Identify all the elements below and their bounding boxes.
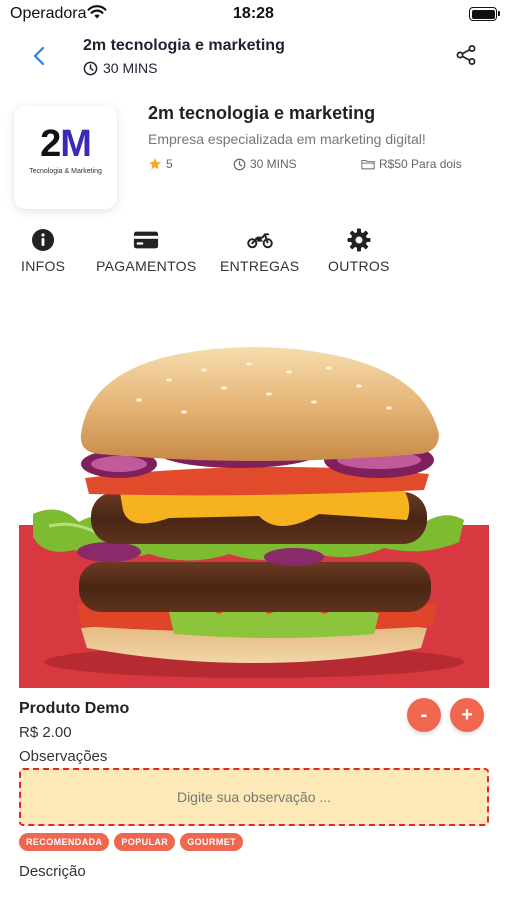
clock-icon: [83, 61, 98, 75]
wallet-icon: [361, 159, 375, 170]
decrement-button[interactable]: -: [407, 698, 441, 732]
product-name: Produto Demo: [19, 700, 130, 717]
tab-label: INFOS: [21, 258, 66, 274]
info-icon: [32, 229, 55, 251]
delivery-time: 30 MINS: [233, 157, 297, 171]
tag-badge: POPULAR: [114, 833, 176, 851]
star-icon: [149, 158, 161, 170]
logo-tagline: Tecnologia & Marketing: [29, 168, 102, 175]
logo-text: 2M: [40, 123, 92, 165]
nav-title: 2m tecnologia e marketing: [83, 37, 285, 54]
tab-infos[interactable]: INFOS: [21, 228, 65, 274]
tag-badge: GOURMET: [180, 833, 244, 851]
store-logo: 2M Tecnologia & Marketing: [14, 106, 117, 209]
share-icon[interactable]: [455, 44, 477, 66]
motorcycle-icon: [246, 233, 273, 249]
nav-header: 2m tecnologia e marketing 30 MINS: [0, 30, 507, 86]
tab-label: PAGAMENTOS: [96, 258, 197, 274]
observations-label: Observações: [19, 748, 108, 765]
clock: 18:28: [233, 5, 274, 22]
gear-icon: [347, 228, 371, 252]
rating: 5: [148, 157, 173, 171]
store-tabs: INFOS PAGAMENTOS ENTREGAS OUTROS: [0, 228, 507, 278]
increment-button[interactable]: +: [450, 698, 484, 732]
product-price: R$ 2.00: [19, 724, 72, 741]
price-value: R$50 Para dois: [379, 157, 462, 171]
store-meta: 5 30 MINS R$50 Para dois: [148, 157, 483, 175]
tab-entregas[interactable]: ENTREGAS: [220, 228, 299, 274]
rating-value: 5: [166, 157, 173, 171]
tag-badge: RECOMENDADA: [19, 833, 110, 851]
store-description: Empresa especializada em marketing digit…: [148, 131, 426, 147]
nav-delivery-time: 30 MINS: [83, 60, 157, 76]
observation-input[interactable]: Digite sua observação ...: [19, 768, 489, 826]
tab-outros[interactable]: OUTROS: [328, 228, 390, 274]
nav-time-label: 30 MINS: [103, 60, 158, 76]
description-label: Descrição: [19, 863, 86, 880]
tab-pagamentos[interactable]: PAGAMENTOS: [96, 228, 197, 274]
tab-label: OUTROS: [328, 258, 390, 274]
clock-icon: [233, 158, 246, 170]
product-image: [19, 342, 489, 688]
store-name: 2m tecnologia e marketing: [148, 103, 376, 123]
price-for-two: R$50 Para dois: [361, 157, 462, 171]
status-bar: Operadora 18:28: [0, 0, 507, 30]
battery-icon: [469, 7, 500, 21]
tab-label: ENTREGAS: [220, 258, 300, 274]
product-tags: RECOMENDADA POPULAR GOURMET: [19, 833, 244, 851]
delivery-time-value: 30 MINS: [250, 157, 297, 171]
back-icon[interactable]: [28, 44, 52, 68]
credit-card-icon: [134, 231, 159, 249]
